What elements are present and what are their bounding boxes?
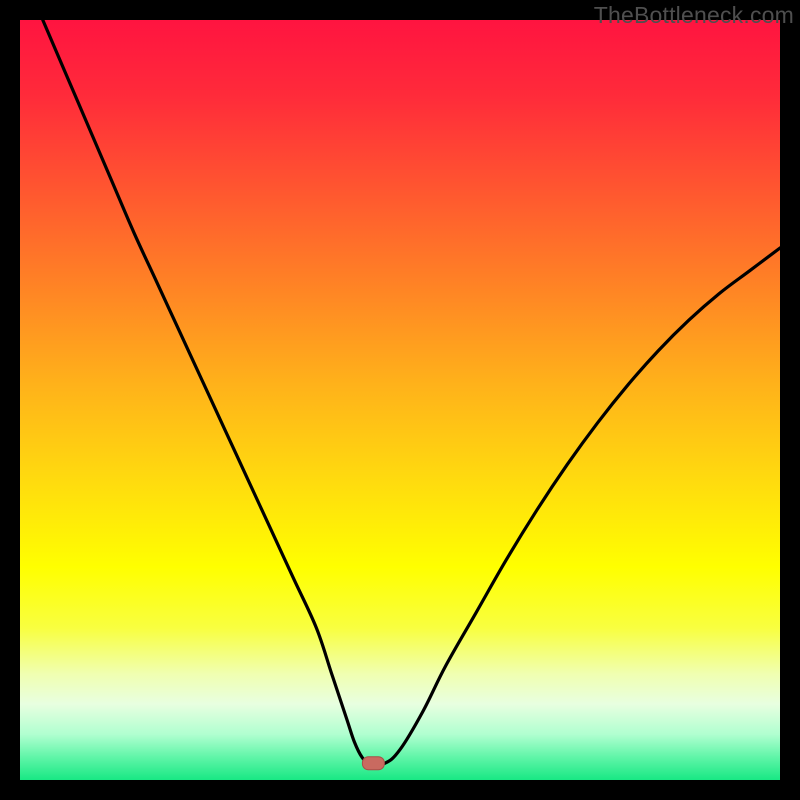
- gradient-background: [20, 20, 780, 780]
- chart-frame: [20, 20, 780, 780]
- watermark-text: TheBottleneck.com: [594, 2, 794, 29]
- optimal-marker: [362, 757, 384, 770]
- chart-svg: [20, 20, 780, 780]
